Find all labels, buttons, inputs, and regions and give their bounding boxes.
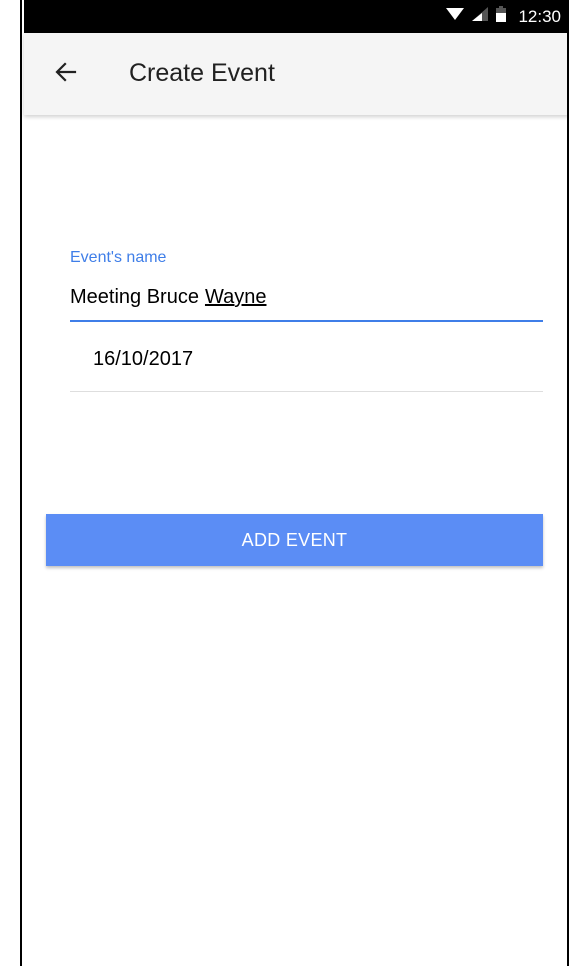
arrow-back-icon: [55, 61, 77, 88]
event-name-label: Event's name: [70, 249, 167, 266]
device-frame-left: [0, 0, 22, 966]
add-event-button[interactable]: ADD EVENT: [46, 514, 543, 566]
event-date-field[interactable]: 16/10/2017: [70, 340, 543, 392]
screen: 12:30 Create Event Event's name Meeting …: [24, 0, 569, 966]
event-name-text-suggestion: Wayne: [204, 286, 267, 308]
status-bar: 12:30: [24, 0, 569, 33]
status-icons: 12:30: [446, 0, 561, 33]
event-name-text: Meeting Bruce: [70, 286, 199, 308]
status-time: 12:30: [518, 6, 561, 26]
back-button[interactable]: [46, 54, 86, 94]
signal-icon: [472, 7, 489, 26]
app-bar: Create Event: [24, 33, 569, 115]
page-title: Create Event: [129, 59, 275, 87]
battery-icon: [496, 6, 507, 27]
event-date-value: 16/10/2017: [93, 348, 194, 370]
event-name-input[interactable]: Meeting Bruce Wayne: [70, 282, 543, 322]
wifi-icon: [446, 7, 465, 26]
